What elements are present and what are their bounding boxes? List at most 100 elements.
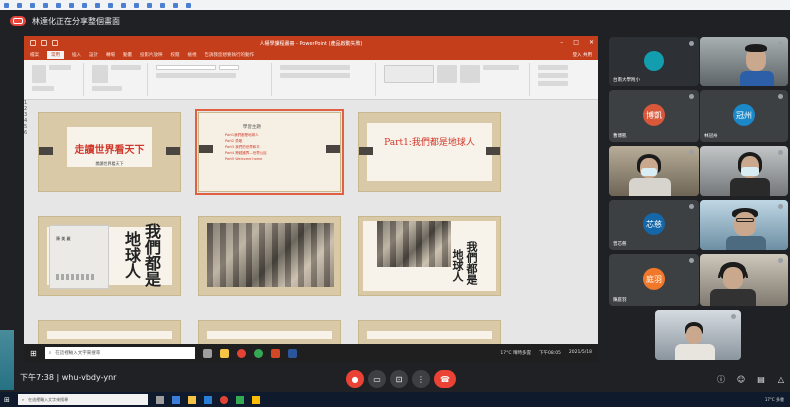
slide-thumbnail-4[interactable]: 陳 美 麗 我們都是 地球人: [38, 216, 181, 296]
font-style-buttons[interactable]: [156, 73, 236, 78]
windows-start-icon[interactable]: ⊞: [4, 396, 10, 404]
align-buttons[interactable]: [280, 73, 350, 78]
bookmark-item[interactable]: [121, 2, 128, 8]
close-icon[interactable]: ✕: [589, 39, 594, 46]
participant-tile[interactable]: [609, 146, 699, 196]
layout-button[interactable]: [111, 65, 141, 70]
tab-file[interactable]: 檔案: [30, 52, 39, 58]
windows-start-icon[interactable]: ⊞: [30, 349, 37, 358]
tab-animations[interactable]: 動畫: [123, 52, 132, 58]
meeting-code[interactable]: whu-vbdy-ynr: [62, 373, 117, 382]
taskbar-search-box[interactable]: ⌕ 在這裡輸入文字來搜尋: [17, 394, 148, 405]
bookmark-item[interactable]: [69, 2, 76, 8]
bookmark-item[interactable]: [30, 2, 37, 8]
chrome-icon[interactable]: [219, 395, 228, 404]
participant-tile[interactable]: 博凱 曹博凱: [609, 90, 699, 142]
participant-tile[interactable]: [700, 146, 788, 196]
copy-button[interactable]: [32, 86, 54, 91]
bookmark-item[interactable]: [82, 2, 89, 8]
find-button[interactable]: [538, 65, 568, 70]
weather-widget[interactable]: 17°C 多雲: [765, 397, 784, 402]
maximize-icon[interactable]: □: [573, 39, 579, 46]
shapes-gallery[interactable]: [384, 65, 434, 83]
self-view-tile[interactable]: [655, 310, 741, 360]
powerpoint-taskbar-icon[interactable]: [270, 348, 280, 358]
clock-time[interactable]: 下午08:05: [539, 350, 561, 356]
cut-button[interactable]: [49, 65, 71, 70]
camera-icon[interactable]: ▭: [368, 370, 386, 388]
activities-icon[interactable]: △: [772, 370, 790, 388]
arrange-icon[interactable]: [437, 65, 457, 83]
participant-tile[interactable]: [700, 254, 788, 306]
present-icon[interactable]: ⊡: [390, 370, 408, 388]
slide-thumbnail-2[interactable]: 學習主題 Part1我們都是地球人 Part2 勇敢 Part3 我們的世界和平…: [195, 109, 344, 195]
font-name-dropdown[interactable]: [156, 65, 216, 70]
quick-styles-icon[interactable]: [460, 65, 480, 83]
hangup-icon[interactable]: ☎: [434, 370, 456, 388]
participant-tile[interactable]: 芯慈 曾芯慈: [609, 200, 699, 250]
app-taskbar-icon[interactable]: [251, 395, 260, 404]
bookmark-item[interactable]: [56, 2, 63, 8]
weather-widget[interactable]: 17°C 晴時多雲: [500, 350, 531, 356]
tab-insert[interactable]: 插入: [72, 52, 81, 58]
bookmark-item[interactable]: [108, 2, 115, 8]
task-view-icon[interactable]: [202, 348, 212, 358]
participant-tile[interactable]: [700, 200, 788, 250]
tab-review[interactable]: 校閱: [171, 52, 180, 58]
file-explorer-icon[interactable]: [187, 395, 196, 404]
minimize-icon[interactable]: –: [560, 39, 563, 46]
bookmark-item[interactable]: [17, 2, 24, 8]
slide-thumbnail-5[interactable]: [198, 216, 341, 296]
tab-view[interactable]: 檢視: [188, 52, 197, 58]
participant-tile[interactable]: 台南大學附小: [609, 37, 699, 86]
reset-button[interactable]: [92, 86, 122, 91]
taskbar-search-box[interactable]: ⌕ 在這裡輸入文字來搜尋: [44, 347, 195, 359]
clock-date[interactable]: 2021/5/18: [569, 350, 592, 356]
store-icon[interactable]: [203, 395, 212, 404]
shape-fill-button[interactable]: [483, 65, 519, 70]
presenter-label: 林達化正在分享整個畫面: [32, 16, 120, 26]
slide-thumbnail-1[interactable]: 走讀世界看天下 閱讀世界看天下: [38, 112, 181, 192]
bookmark-item[interactable]: [134, 2, 141, 8]
chrome-icon[interactable]: [236, 348, 246, 358]
participant-tile[interactable]: [700, 37, 788, 86]
tab-transitions[interactable]: 轉場: [106, 52, 115, 58]
paste-icon[interactable]: [32, 65, 46, 83]
edge-icon[interactable]: [171, 395, 180, 404]
tab-design[interactable]: 設計: [89, 52, 98, 58]
people-icon[interactable]: ☺: [732, 370, 750, 388]
signin-link[interactable]: 登入: [573, 53, 582, 58]
slide-thumbnail-6[interactable]: 我們都是 地球人: [358, 216, 501, 296]
bookmark-item[interactable]: [43, 2, 50, 8]
bookmark-item[interactable]: [186, 2, 193, 8]
info-icon[interactable]: ⓘ: [712, 370, 730, 388]
tell-me-search[interactable]: 告訴我您想要執行的動作: [205, 52, 255, 58]
signin-share[interactable]: 登入 共用: [573, 52, 598, 58]
replace-button[interactable]: [538, 73, 568, 78]
participant-tile[interactable]: 冠州 林冠州: [700, 90, 788, 142]
list-buttons[interactable]: [280, 65, 350, 70]
more-vert-icon[interactable]: ⋮: [412, 370, 430, 388]
bookmark-item[interactable]: [4, 2, 11, 8]
bookmark-item[interactable]: [95, 2, 102, 8]
chat-icon[interactable]: ▤: [752, 370, 770, 388]
bookmark-item[interactable]: [147, 2, 154, 8]
bookmark-item[interactable]: [160, 2, 167, 8]
font-size-dropdown[interactable]: [219, 65, 239, 70]
meet-taskbar-icon[interactable]: [235, 395, 244, 404]
mic-icon[interactable]: ●: [346, 370, 364, 388]
new-slide-icon[interactable]: [92, 65, 108, 83]
participant-name: 林冠州: [704, 134, 718, 139]
share-button[interactable]: 共用: [583, 53, 592, 58]
bookmark-item[interactable]: [173, 2, 180, 8]
participant-tile[interactable]: 庭羽 陳庭羽: [609, 254, 699, 306]
task-view-icon[interactable]: [155, 395, 164, 404]
file-explorer-icon[interactable]: [219, 348, 229, 358]
tab-slideshow[interactable]: 投影片放映: [140, 52, 163, 58]
slide-title: Part1:我們都是地球人: [384, 138, 475, 148]
slide-thumbnail-3[interactable]: Part1:我們都是地球人: [358, 112, 501, 192]
word-taskbar-icon[interactable]: [287, 348, 297, 358]
chrome-profile-icon[interactable]: [253, 348, 263, 358]
select-button[interactable]: [538, 81, 568, 86]
tab-home[interactable]: 常用: [47, 51, 64, 59]
